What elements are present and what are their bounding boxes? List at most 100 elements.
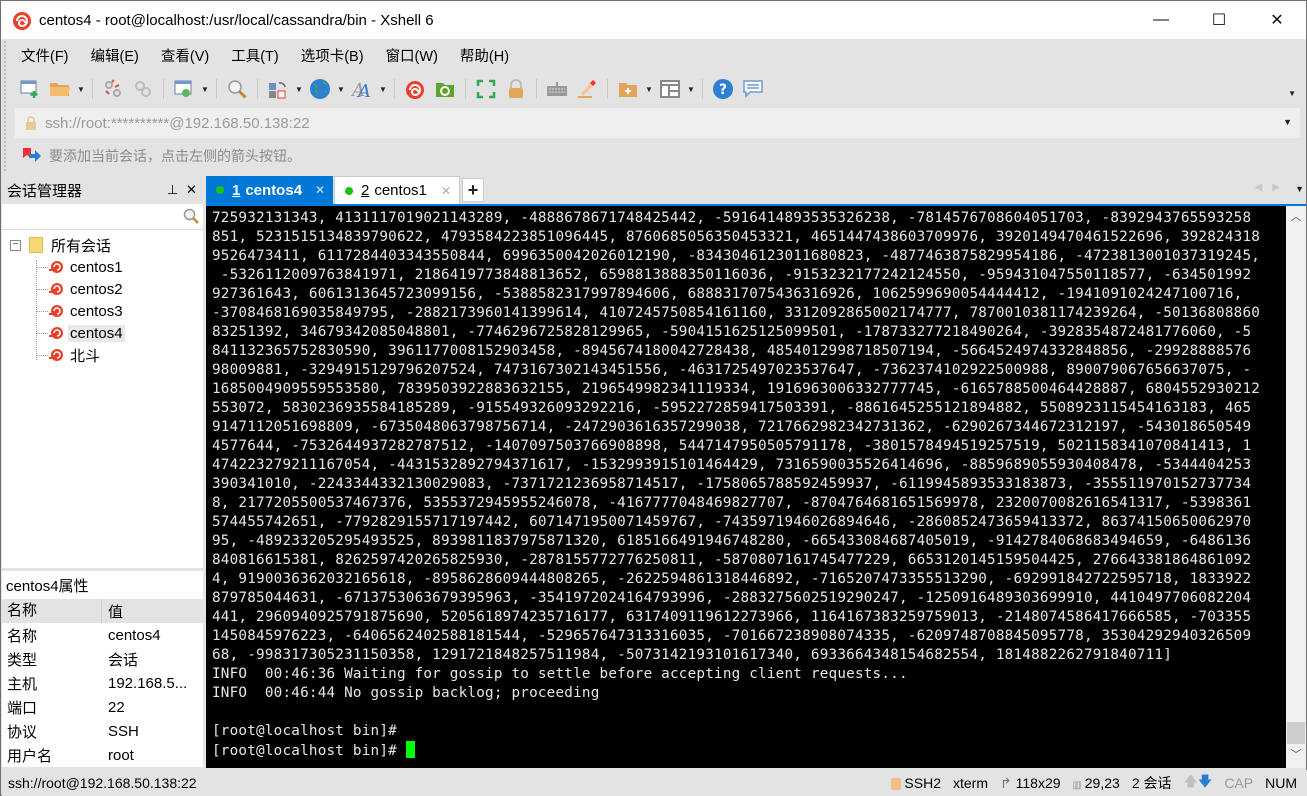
toolbar-separator (216, 79, 217, 99)
layout-dropdown[interactable]: ▼ (685, 75, 697, 103)
column-name-header[interactable]: 名称 (2, 599, 102, 623)
transfer-dropdown[interactable]: ▼ (293, 75, 305, 103)
menu-window[interactable]: 窗口(W) (372, 45, 446, 66)
download-arrow-icon: 🡇 (1197, 773, 1213, 789)
maximize-button[interactable]: ☐ (1190, 1, 1248, 39)
terminal-line: [root@localhost bin]# (212, 741, 1286, 760)
fullscreen-button[interactable] (471, 75, 501, 103)
xftp-button[interactable] (430, 75, 460, 103)
resize-icon: ↱ (1000, 774, 1016, 791)
new-tab-button[interactable]: + (462, 178, 484, 202)
pin-icon[interactable]: ⊥ (167, 182, 178, 198)
font-dropdown[interactable]: ▼ (377, 75, 389, 103)
property-value: root (108, 746, 134, 764)
folder-icon (29, 237, 43, 253)
terminal-line: 841132365752830590, 3961177008152903458,… (212, 343, 1252, 359)
reconnect-button[interactable] (98, 75, 128, 103)
session-manager-title: 会话管理器 (7, 182, 83, 200)
search-icon[interactable] (183, 208, 199, 224)
column-value-header[interactable]: 值 (102, 601, 123, 622)
minimize-button[interactable]: — (1132, 1, 1190, 39)
property-row: 主机 192.168.5... (2, 671, 203, 695)
property-value: 22 (108, 698, 125, 716)
scroll-down-icon[interactable]: ﹀ (1286, 746, 1306, 766)
tab-centos1[interactable]: 2 centos1 ✕ (334, 176, 460, 204)
toolbar-separator (536, 79, 537, 99)
scroll-up-icon[interactable]: ︿ (1286, 208, 1306, 228)
chat-button[interactable] (738, 75, 768, 103)
disconnect-button[interactable] (128, 75, 158, 103)
lock-icon (26, 116, 36, 130)
layout-button[interactable] (655, 75, 685, 103)
new-folder-dropdown[interactable]: ▼ (643, 75, 655, 103)
add-session-arrow-icon[interactable] (21, 147, 41, 165)
open-button[interactable] (45, 75, 75, 103)
terminal-line: 441, 2960940925791875690, 52056189742357… (212, 609, 1252, 625)
toolbar-overflow-dropdown[interactable]: ▼ (1288, 89, 1296, 98)
close-tab-icon[interactable]: ✕ (315, 183, 325, 197)
properties-header: 名称 值 (2, 599, 203, 623)
font-button[interactable]: AA (347, 75, 377, 103)
property-row: 类型 会话 (2, 647, 203, 671)
close-tab-icon[interactable]: ✕ (441, 184, 451, 198)
session-icon (49, 305, 63, 317)
session-item-centos3[interactable]: centos3 (2, 300, 203, 322)
collapse-icon[interactable]: − (10, 239, 21, 251)
menu-tabs[interactable]: 选项卡(B) (287, 45, 372, 66)
status-protocol: SSH2 (891, 775, 941, 791)
properties-dropdown[interactable]: ▼ (199, 75, 211, 103)
menu-view[interactable]: 查看(V) (147, 45, 217, 66)
session-search-input[interactable] (5, 204, 175, 228)
lock-button[interactable] (501, 75, 531, 103)
tab-list-dropdown[interactable]: ▼ (1295, 184, 1304, 194)
properties-button[interactable] (169, 75, 199, 103)
transfer-button[interactable] (263, 75, 293, 103)
connected-status-icon (216, 186, 224, 194)
tree-root-all-sessions[interactable]: − 所有会话 (2, 234, 203, 256)
terminal-output[interactable]: 725932131343, 4131117019021143289, -4888… (206, 206, 1286, 768)
status-cursor: ▥ 29,23 (1072, 775, 1120, 791)
find-button[interactable] (222, 75, 252, 103)
toolbar: ▼ ▼ ▼ ▼ AA ▼ ▼ ▼ ? (15, 73, 768, 105)
tab-number: 2 (361, 182, 370, 199)
hint-text: 要添加当前会话，点击左侧的箭头按钮。 (49, 148, 301, 164)
terminal-scrollbar[interactable]: ︿ ﹀ (1286, 206, 1306, 768)
address-dropdown[interactable]: ▼ (1283, 117, 1292, 127)
terminal-line: 574455742651, -7792829155717197442, 6071… (212, 514, 1252, 530)
session-item-centos4[interactable]: centos4 (2, 322, 203, 344)
status-num: NUM (1265, 775, 1297, 791)
keyboard-button[interactable] (542, 75, 572, 103)
session-item-beidou[interactable]: 北斗 (2, 344, 203, 366)
new-session-button[interactable] (15, 75, 45, 103)
xshell-button[interactable] (400, 75, 430, 103)
close-panel-icon[interactable]: ✕ (186, 182, 197, 198)
tab-centos4[interactable]: 1 centos4 ✕ (206, 176, 333, 204)
toolbar-separator (607, 79, 608, 99)
address-input[interactable] (45, 114, 1245, 132)
xshell-app-icon (13, 12, 31, 30)
highlight-button[interactable] (572, 75, 602, 103)
property-name: 主机 (7, 675, 38, 693)
session-item-centos1[interactable]: centos1 (2, 256, 203, 278)
globe-dropdown[interactable]: ▼ (335, 75, 347, 103)
globe-button[interactable] (305, 75, 335, 103)
terminal-line: [root@localhost bin]# (212, 723, 397, 739)
help-button[interactable]: ? (708, 75, 738, 103)
menu-tools[interactable]: 工具(T) (217, 45, 287, 66)
menu-file[interactable]: 文件(F) (7, 45, 77, 66)
menu-help[interactable]: 帮助(H) (446, 45, 517, 66)
property-value: 会话 (108, 651, 139, 669)
tab-scroll-arrows[interactable]: ◀▶ (1255, 182, 1290, 193)
session-label: centos1 (70, 258, 123, 276)
find-icon (228, 80, 247, 99)
scrollbar-thumb[interactable] (1287, 722, 1305, 744)
tree-guide (36, 289, 48, 290)
transfer-icon (269, 82, 286, 99)
open-dropdown[interactable]: ▼ (75, 75, 87, 103)
session-item-centos2[interactable]: centos2 (2, 278, 203, 300)
menu-edit[interactable]: 编辑(E) (77, 45, 147, 66)
new-folder-button[interactable] (613, 75, 643, 103)
close-button[interactable]: ✕ (1248, 1, 1306, 39)
xftp-icon (436, 83, 454, 97)
